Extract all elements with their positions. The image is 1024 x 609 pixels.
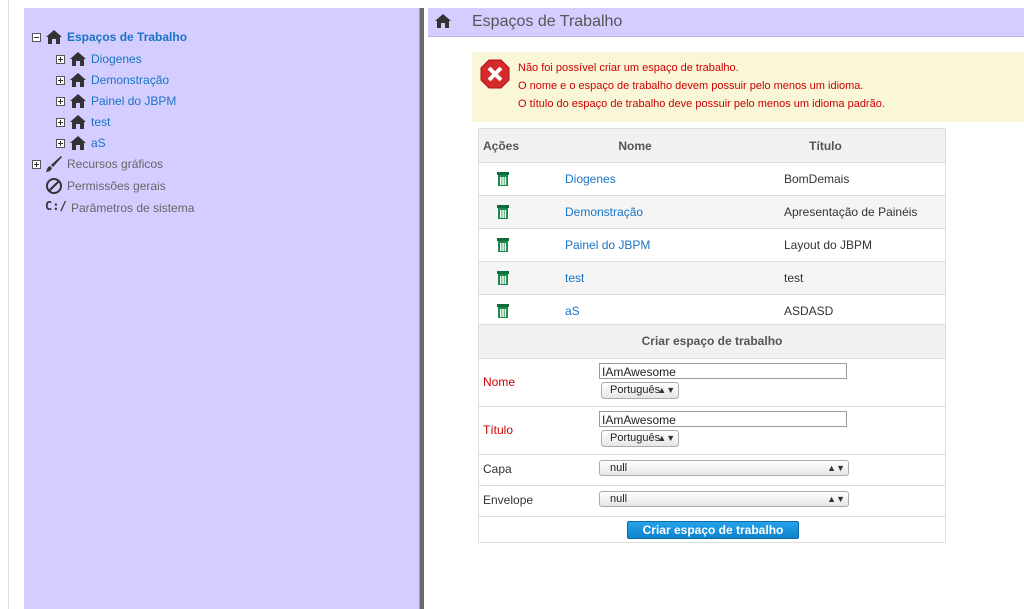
trash-icon[interactable] <box>496 171 510 187</box>
workspace-title: Apresentação de Painéis <box>706 195 946 229</box>
home-icon <box>70 136 86 150</box>
home-icon <box>70 52 86 66</box>
tree-item-label: Demonstração <box>91 73 170 87</box>
tree-item-label: Diogenes <box>91 52 142 66</box>
expand-toggle[interactable] <box>56 54 65 64</box>
name-language-select[interactable]: Português ▲▼ <box>601 382 680 399</box>
form-row-name: Nome IAmAwesome Português ▲▼ <box>479 358 945 407</box>
trash-icon[interactable] <box>496 204 510 220</box>
workspace-title: BomDemais <box>706 162 946 196</box>
tree-item-workspace[interactable]: aS <box>56 134 106 152</box>
skin-value: null <box>610 462 628 474</box>
home-icon <box>435 14 451 28</box>
tree-item-system-parameters[interactable]: C:/ Parâmetros de sistema <box>45 199 194 217</box>
table-row: Diogenes BomDemais <box>478 162 946 196</box>
table-row: Demonstração Apresentação de Painéis <box>478 195 946 229</box>
tree-item-workspace[interactable]: Painel do JBPM <box>56 92 176 110</box>
expand-toggle[interactable] <box>56 75 65 85</box>
console-icon: C:/ <box>45 199 67 213</box>
title-input[interactable]: IAmAwesome <box>599 411 847 427</box>
form-row-skin: Capa null ▲▼ <box>479 454 945 486</box>
sidebar: Espaços de Trabalho Diogenes Demonstraçã… <box>24 8 420 609</box>
form-heading: Criar espaço de trabalho <box>479 325 945 359</box>
workspace-title: test <box>706 261 946 295</box>
col-header-name: Nome <box>564 128 706 163</box>
name-label: Nome <box>483 375 516 389</box>
expand-toggle[interactable] <box>32 159 41 169</box>
workspace-title: ASDASD <box>706 294 946 328</box>
home-icon <box>70 115 86 129</box>
expand-toggle[interactable] <box>56 96 65 106</box>
workspace-link[interactable]: Demonstração <box>565 205 643 219</box>
tree-item-graphic-resources[interactable]: Recursos gráficos <box>32 155 163 173</box>
updown-arrows-icon: ▲▼ <box>827 494 845 504</box>
tree-item-label: Parâmetros de sistema <box>71 201 195 215</box>
name-input[interactable]: IAmAwesome <box>599 363 847 379</box>
table-row: test test <box>478 261 946 295</box>
create-workspace-button[interactable]: Criar espaço de trabalho <box>627 521 799 539</box>
table-row: Painel do JBPM Layout do JBPM <box>478 228 946 262</box>
create-workspace-form: Criar espaço de trabalho Nome IAmAwesome… <box>478 324 946 543</box>
error-message: O nome e o espaço de trabalho devem poss… <box>518 80 864 92</box>
workspace-link[interactable]: aS <box>565 304 580 318</box>
envelope-label: Envelope <box>483 493 534 507</box>
page-header: Espaços de Trabalho <box>428 8 1024 37</box>
error-icon <box>480 59 510 89</box>
workspace-link[interactable]: Diogenes <box>565 172 616 186</box>
trash-icon[interactable] <box>496 237 510 253</box>
tree-root[interactable]: Espaços de Trabalho <box>32 28 187 46</box>
home-icon <box>70 94 86 108</box>
tree-item-general-permissions[interactable]: Permissões gerais <box>45 177 166 195</box>
left-gutter <box>0 0 9 609</box>
skin-label: Capa <box>483 462 512 476</box>
skin-select[interactable]: null ▲▼ <box>599 460 849 476</box>
title-label: Título <box>483 423 514 437</box>
updown-arrows-icon: ▲▼ <box>657 385 676 395</box>
home-icon <box>70 73 86 87</box>
table-row: aS ASDASD <box>478 294 946 328</box>
error-alert: Não foi possível criar um espaço de trab… <box>472 52 1024 122</box>
collapse-toggle[interactable] <box>32 32 41 42</box>
tree-item-workspace[interactable]: Demonstração <box>56 71 169 89</box>
expand-toggle[interactable] <box>56 138 65 148</box>
title-language-value: Português <box>610 432 661 444</box>
home-icon <box>46 30 62 44</box>
page-title: Espaços de Trabalho <box>472 13 623 30</box>
tree-root-label: Espaços de Trabalho <box>67 30 188 44</box>
col-header-title: Título <box>706 128 946 163</box>
title-language-select[interactable]: Português ▲▼ <box>601 430 680 447</box>
form-row-title: Título IAmAwesome Português ▲▼ <box>479 406 945 455</box>
tree-item-workspace[interactable]: test <box>56 113 110 131</box>
updown-arrows-icon: ▲▼ <box>657 433 676 443</box>
brush-icon <box>46 156 62 172</box>
col-header-actions: Ações <box>478 128 564 163</box>
expand-toggle[interactable] <box>56 117 65 127</box>
updown-arrows-icon: ▲▼ <box>827 463 845 473</box>
tree-item-workspace[interactable]: Diogenes <box>56 50 142 68</box>
workspace-link[interactable]: test <box>565 271 584 285</box>
tree-item-label: test <box>91 115 111 129</box>
form-row-envelope: Envelope null ▲▼ <box>479 485 945 517</box>
tree-item-label: Permissões gerais <box>67 179 166 193</box>
tree-item-label: Painel do JBPM <box>91 94 177 108</box>
panel-divider[interactable] <box>420 8 424 609</box>
tree-item-label: aS <box>91 136 106 150</box>
envelope-value: null <box>610 493 628 505</box>
name-language-value: Português <box>610 384 661 396</box>
prohibited-icon <box>46 178 62 194</box>
trash-icon[interactable] <box>496 303 510 319</box>
envelope-select[interactable]: null ▲▼ <box>599 491 849 507</box>
workspace-link[interactable]: Painel do JBPM <box>565 238 650 252</box>
error-message: Não foi possível criar um espaço de trab… <box>518 62 739 74</box>
trash-icon[interactable] <box>496 270 510 286</box>
workspace-title: Layout do JBPM <box>706 228 946 262</box>
error-message: O título do espaço de trabalho deve poss… <box>518 98 885 110</box>
workspaces-table: Ações Nome Título Diogenes BomDemais Dem… <box>478 128 946 328</box>
tree-item-label: Recursos gráficos <box>67 157 164 171</box>
